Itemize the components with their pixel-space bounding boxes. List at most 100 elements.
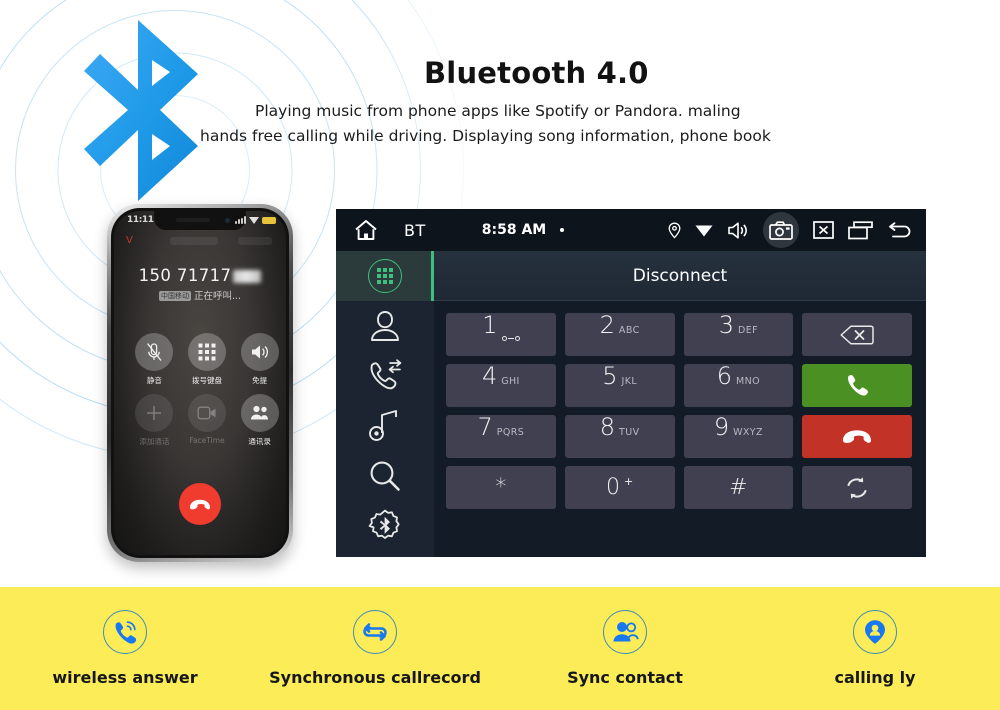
head-unit-status-icons [668,212,912,248]
key-6[interactable]: 6 MNO [683,362,794,407]
home-icon[interactable] [354,219,378,241]
head-unit-clock: 8:58 AM [481,222,547,238]
key-3[interactable]: 3 DEF [683,311,794,356]
bt-source-label: BT [404,220,426,240]
key-3-number: 3 [718,311,735,339]
contact-icon [371,311,399,341]
hero-description-line-1: Playing music from phone apps like Spoti… [255,102,741,120]
key-7[interactable]: 7 PQRS [446,415,556,458]
keypad-label: 拨号键盘 [191,376,222,385]
close-box-icon[interactable] [813,221,834,239]
end-call-icon [190,499,210,509]
key-5-number: 5 [602,362,618,390]
music-note-icon [369,410,397,441]
key-star-symbol: * [495,474,507,500]
bluetooth-logo-icon [60,18,220,203]
key-2-number: 2 [599,311,615,339]
key-hash[interactable]: # [683,466,794,509]
phone-status-time: 11:11 [127,215,154,225]
key-4-letters: GHI [501,376,520,387]
volume-icon[interactable] [727,221,749,240]
disconnect-label: Disconnect [632,265,728,286]
contacts-button[interactable]: 通讯录 [237,394,283,447]
sidebar-item-search[interactable] [336,451,434,501]
key-0[interactable]: 0 + [564,466,675,509]
mute-button[interactable]: 静音 [131,333,177,386]
feature-bar: wireless answer Synchronous callrecord S… [0,587,1000,710]
sync-icon [847,476,867,499]
head-unit-body: Disconnect 1 2 ABC 3 DEF 4 GHI 5 JKL 6 M… [336,251,926,557]
backspace-icon [840,324,874,345]
key-2[interactable]: 2 ABC [564,311,675,356]
camera-icon[interactable] [763,212,799,248]
speaker-button[interactable]: 免提 [237,333,283,386]
sidebar-item-music[interactable] [336,401,434,451]
add-call-button[interactable]: 添加通话 [131,394,177,447]
search-icon [370,461,400,491]
signal-bars-icon [235,216,246,224]
feature-sync-callrecord: Synchronous callrecord [250,610,500,687]
key-5[interactable]: 5 JKL [564,362,675,407]
head-unit-topbar: BT 8:58 AM [336,209,926,251]
feature-label: calling ly [834,668,916,687]
contacts-label: 通讯录 [248,437,271,446]
carrier-tag: 中国移动 [158,291,191,301]
battery-icon [262,216,276,224]
call-status: 中国移动 正在呼叫... [114,288,286,302]
hangup-icon [843,430,872,443]
recent-apps-icon[interactable] [848,220,873,240]
key-7-letters: PQRS [496,427,525,438]
call-number-text: 150 71717 [138,266,232,285]
keypad-button[interactable]: 拨号键盘 [184,333,230,386]
key-8-letters: TUV [619,427,640,438]
location-pin-icon[interactable] [668,222,681,239]
key-9[interactable]: 9 WXYZ [683,415,794,458]
speaker-label: 免提 [252,376,268,385]
page-title: Bluetooth 4.0 [424,56,649,90]
caller-location-icon [853,610,897,654]
end-call-button[interactable] [179,483,221,525]
head-unit-sidebar [336,251,434,557]
backspace-button[interactable] [802,313,912,356]
sidebar-item-contacts[interactable] [336,301,434,351]
feature-wireless-answer: wireless answer [0,610,250,687]
sync-loop-icon [353,610,397,654]
key-8[interactable]: 8 TUV [564,415,675,458]
key-2-letters: ABC [618,325,640,336]
dial-keypad: 1 2 ABC 3 DEF 4 GHI 5 JKL 6 MNO 7 PQRS 8… [434,301,926,521]
connection-status-bar[interactable]: Disconnect [434,251,926,301]
key-hash-symbol: # [729,474,748,500]
mute-label: 静音 [146,376,162,385]
key-0-plus: + [624,475,634,488]
back-arrow-icon[interactable] [887,221,912,239]
key-9-letters: WXYZ [733,427,763,438]
smartphone-mockup: 11:11 V 150 71717 中国移动 正在呼叫... 静音 拨号键盘 免… [107,204,293,562]
key-6-letters: MNO [736,376,760,387]
key-4[interactable]: 4 GHI [446,364,556,407]
hero-description-line-2: hands free calling while driving. Displa… [200,127,771,145]
wifi-icon [249,216,259,224]
status-pill-left [170,237,218,245]
call-button[interactable] [802,364,912,407]
phone-status-bar: 11:11 [114,213,286,230]
keypad-icon [187,333,226,371]
key-3-letters: DEF [738,325,758,336]
key-1-number: 1 [482,311,498,339]
head-unit-main: Disconnect 1 2 ABC 3 DEF 4 GHI 5 JKL 6 M… [434,251,926,557]
key-6-number: 6 [716,362,733,390]
key-star[interactable]: * [446,466,556,509]
feature-label: wireless answer [52,668,198,687]
sidebar-item-dialpad[interactable] [336,251,434,301]
hero-section: Bluetooth 4.0 Playing music from phone a… [0,0,1000,587]
key-1[interactable]: 1 [446,313,556,356]
sidebar-item-bluetooth-settings[interactable] [336,501,434,551]
facetime-label: FaceTime [189,436,225,445]
sync-button[interactable] [802,466,912,509]
key-4-number: 4 [481,362,498,390]
feature-calling-ly: calling ly [750,610,1000,687]
facetime-button[interactable]: FaceTime [184,394,230,447]
wifi-icon[interactable] [695,223,713,237]
sidebar-item-call-history[interactable] [336,351,434,401]
hangup-button[interactable] [802,415,912,458]
carrier-mark: V [126,235,133,246]
